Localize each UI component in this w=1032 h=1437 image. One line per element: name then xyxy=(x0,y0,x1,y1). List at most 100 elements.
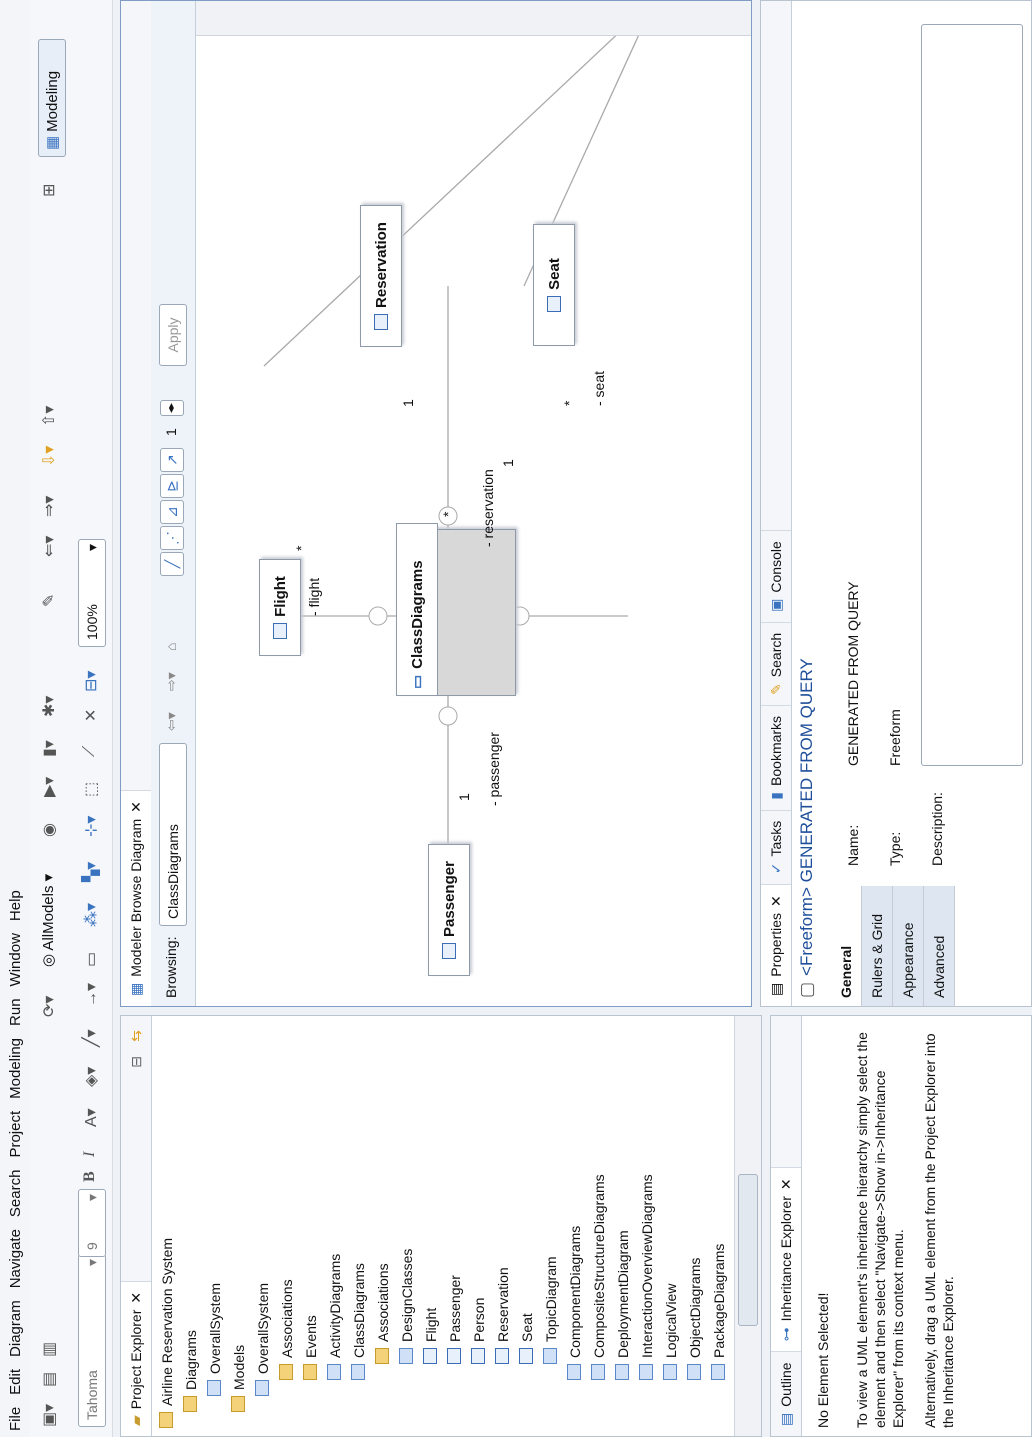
classdiagrams-package-label[interactable]: ▭ ClassDiagrams xyxy=(396,523,438,696)
tree-item[interactable]: DeploymentDiagram xyxy=(611,1016,635,1432)
perspective-modeling-button[interactable]: ▦ Modeling xyxy=(38,39,66,157)
home-icon[interactable]: ⌂ xyxy=(163,643,179,651)
show-realizations-toggle[interactable]: ⊵ xyxy=(160,474,184,498)
menu-search[interactable]: Search xyxy=(7,1170,24,1218)
apply-button[interactable]: Apply xyxy=(159,304,187,366)
menu-navigate[interactable]: Navigate xyxy=(7,1229,24,1288)
seat-class[interactable]: Seat xyxy=(533,224,575,346)
tree-item[interactable]: InteractionOverviewDiagrams xyxy=(635,1016,659,1432)
side-tab-rulers-grid[interactable]: Rulers & Grid xyxy=(862,886,893,1006)
tab-properties[interactable]: ▤ Properties ✕ xyxy=(761,884,791,1006)
close-icon[interactable]: ✕ xyxy=(778,1178,795,1190)
close-icon[interactable]: ✕ xyxy=(768,895,785,907)
menu-project[interactable]: Project xyxy=(7,1111,24,1158)
forward-icon[interactable]: ⇨▾ xyxy=(163,672,180,691)
tab-search[interactable]: ✎ Search xyxy=(761,621,791,705)
tree-item[interactable]: TopicDiagram xyxy=(539,1016,563,1432)
close-icon[interactable]: ✕ xyxy=(128,801,145,813)
tree-item[interactable]: Passenger xyxy=(443,1016,467,1432)
tab-tasks[interactable]: ✓ Tasks xyxy=(761,809,791,885)
passenger-class[interactable]: Passenger xyxy=(428,844,470,976)
show-all-relations-toggle[interactable]: ↗ xyxy=(160,448,184,472)
close-icon[interactable]: ✕ xyxy=(128,1292,145,1304)
line-color-icon[interactable]: ╱▾ xyxy=(81,1029,101,1047)
tree-item[interactable]: OverallSystem xyxy=(203,1016,227,1432)
tree-item[interactable]: DesignClasses xyxy=(395,1016,419,1432)
grid-icon[interactable]: ⊟▾ xyxy=(81,671,101,692)
tree-item[interactable]: Models xyxy=(227,1016,251,1432)
font-color-icon[interactable]: A▾ xyxy=(81,1108,101,1127)
tree-item[interactable]: Associations xyxy=(275,1016,299,1432)
back-icon[interactable]: ⇦▾ xyxy=(163,712,180,731)
tree-item[interactable]: Seat xyxy=(515,1016,539,1432)
browsing-field[interactable]: ClassDiagrams xyxy=(159,743,187,926)
refresh-icon[interactable]: ⟳▾ xyxy=(39,996,59,1017)
project-explorer-tree[interactable]: Airline Reservation System Diagrams Overal… xyxy=(155,1016,751,1432)
tab-modeler-browse-diagram[interactable]: ▦ Modeler Browse Diagram ✕ xyxy=(121,790,151,1006)
side-tab-advanced[interactable]: Advanced xyxy=(924,886,955,1006)
tree-item[interactable]: Diagrams xyxy=(179,1016,203,1432)
line-style-icon[interactable]: →▾ xyxy=(81,983,101,1007)
tree-item[interactable]: Associations xyxy=(371,1016,395,1432)
menu-window[interactable]: Window xyxy=(7,933,24,986)
tree-item[interactable]: Airline Reservation System xyxy=(155,1016,179,1432)
route-icon[interactable]: ⟋ xyxy=(81,746,99,757)
tree-item[interactable]: Flight xyxy=(419,1016,443,1432)
horizontal-scrollbar[interactable] xyxy=(734,1016,761,1436)
menu-file[interactable]: File xyxy=(7,1407,24,1431)
font-size-combo[interactable]: 9 ▾ xyxy=(78,1189,106,1257)
open-perspective-icon[interactable]: ⊞ xyxy=(39,184,59,197)
depth-value[interactable]: 1 xyxy=(163,428,179,436)
reservation-class[interactable]: Reservation xyxy=(360,205,402,347)
menu-diagram[interactable]: Diagram xyxy=(7,1300,24,1357)
validate-icon[interactable]: ◉ xyxy=(39,823,59,837)
link-with-editor-icon[interactable]: ⇆ xyxy=(128,1030,145,1042)
show-dependencies-toggle[interactable]: ⋰ xyxy=(160,526,184,550)
vertical-scrollbar[interactable] xyxy=(196,1,751,36)
flight-class[interactable]: Flight xyxy=(259,559,301,656)
save-icon[interactable]: ▤ xyxy=(39,1372,59,1387)
zoom-combo[interactable]: 100% ▾ xyxy=(78,539,106,647)
diagram-canvas[interactable]: ▭ ClassDiagrams Passenger Flight Seat - p… xyxy=(196,35,751,1006)
tree-item[interactable]: ObjectDiagrams xyxy=(683,1016,707,1432)
print-icon[interactable]: ▥ xyxy=(39,1342,59,1357)
menu-modeling[interactable]: Modeling xyxy=(7,1038,24,1099)
menu-run[interactable]: Run xyxy=(7,998,24,1026)
tab-bookmarks[interactable]: ▮ Bookmarks xyxy=(761,704,791,810)
tree-item[interactable]: ActivityDiagrams xyxy=(323,1016,347,1432)
back-icon[interactable]: ⇐▾ xyxy=(39,536,59,557)
tree-item[interactable]: Person xyxy=(467,1016,491,1432)
tree-item[interactable]: CompositeStructureDiagrams xyxy=(587,1016,611,1432)
prev-annotation-icon[interactable]: ⇧▾ xyxy=(39,406,59,427)
edge-flight-reservation[interactable] xyxy=(263,36,659,367)
pencil-icon[interactable]: ✎ xyxy=(39,594,59,607)
model-scope-selector[interactable]: ◎ AllModels ▾ xyxy=(39,874,57,967)
new-icon[interactable]: ▣▾ xyxy=(39,1404,59,1427)
debug-icon[interactable]: ✱▾ xyxy=(39,696,59,717)
show-associations-toggle[interactable]: ╱ xyxy=(160,552,184,576)
chart-icon[interactable]: ▮▾ xyxy=(39,740,59,757)
side-tab-general[interactable]: General xyxy=(831,886,862,1006)
tab-inheritance-explorer[interactable]: ⊶ Inheritance Explorer ✕ xyxy=(771,1167,801,1352)
menu-edit[interactable]: Edit xyxy=(7,1369,24,1395)
tab-project-explorer[interactable]: ▰ Project Explorer ✕ xyxy=(121,1280,151,1436)
side-tab-appearance[interactable]: Appearance xyxy=(893,886,924,1006)
tree-item[interactable]: Events xyxy=(299,1016,323,1432)
scrollbar-thumb[interactable] xyxy=(738,1174,758,1326)
italic-icon[interactable]: I xyxy=(81,1152,99,1157)
description-field[interactable] xyxy=(921,24,1023,766)
tab-console[interactable]: ▣ Console xyxy=(761,530,791,622)
next-annotation-icon[interactable]: ⇩▾ xyxy=(39,446,59,467)
forward-icon[interactable]: ⇒▾ xyxy=(39,496,59,517)
layout-icon[interactable]: ⊹▾ xyxy=(81,816,101,837)
menu-help[interactable]: Help xyxy=(7,890,24,921)
depth-spinner[interactable]: ◂▸ xyxy=(160,400,184,416)
tree-item[interactable]: LogicalView xyxy=(659,1016,683,1432)
delete-icon[interactable]: ✕ xyxy=(81,709,101,722)
align-icon[interactable]: ▚▾ xyxy=(81,862,101,882)
tree-item[interactable]: PackageDiagrams xyxy=(707,1016,731,1432)
run-icon[interactable]: ▶▾ xyxy=(39,777,59,797)
font-name-combo[interactable]: Tahoma ▾ xyxy=(78,1254,106,1427)
bold-icon[interactable]: B xyxy=(81,1171,99,1182)
tree-item[interactable]: ComponentDiagrams xyxy=(563,1016,587,1432)
